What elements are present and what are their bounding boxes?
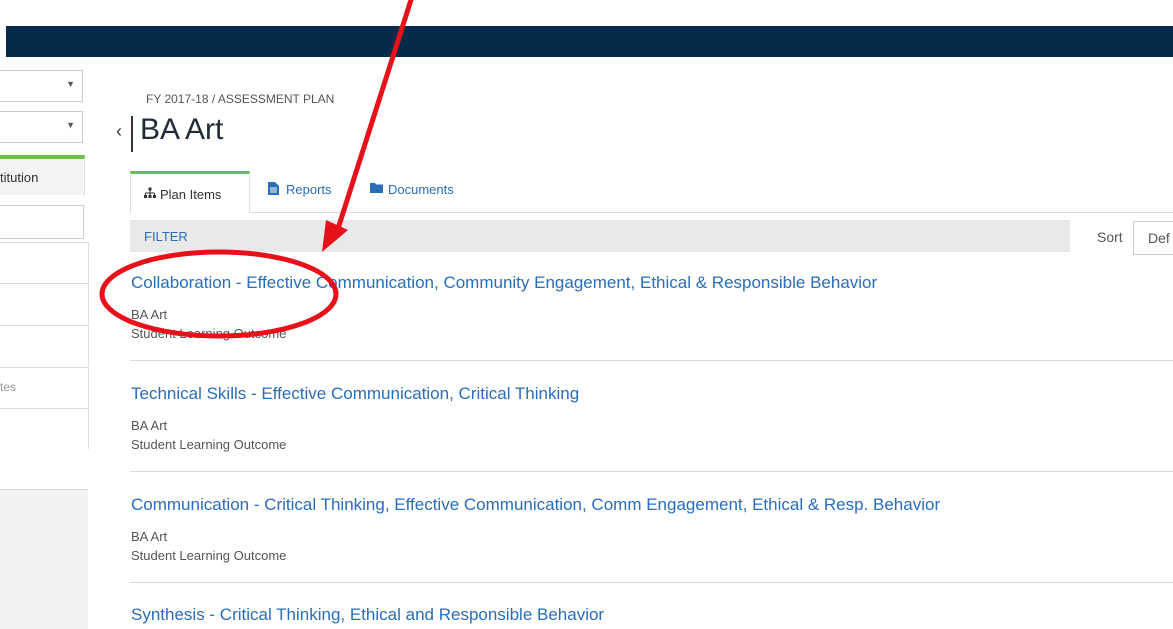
annotation-arrow-shaft bbox=[332, 0, 414, 241]
annotation-ellipse bbox=[99, 249, 339, 339]
annotation-overlay bbox=[99, 0, 414, 339]
annotation-arrow-head bbox=[322, 220, 348, 252]
